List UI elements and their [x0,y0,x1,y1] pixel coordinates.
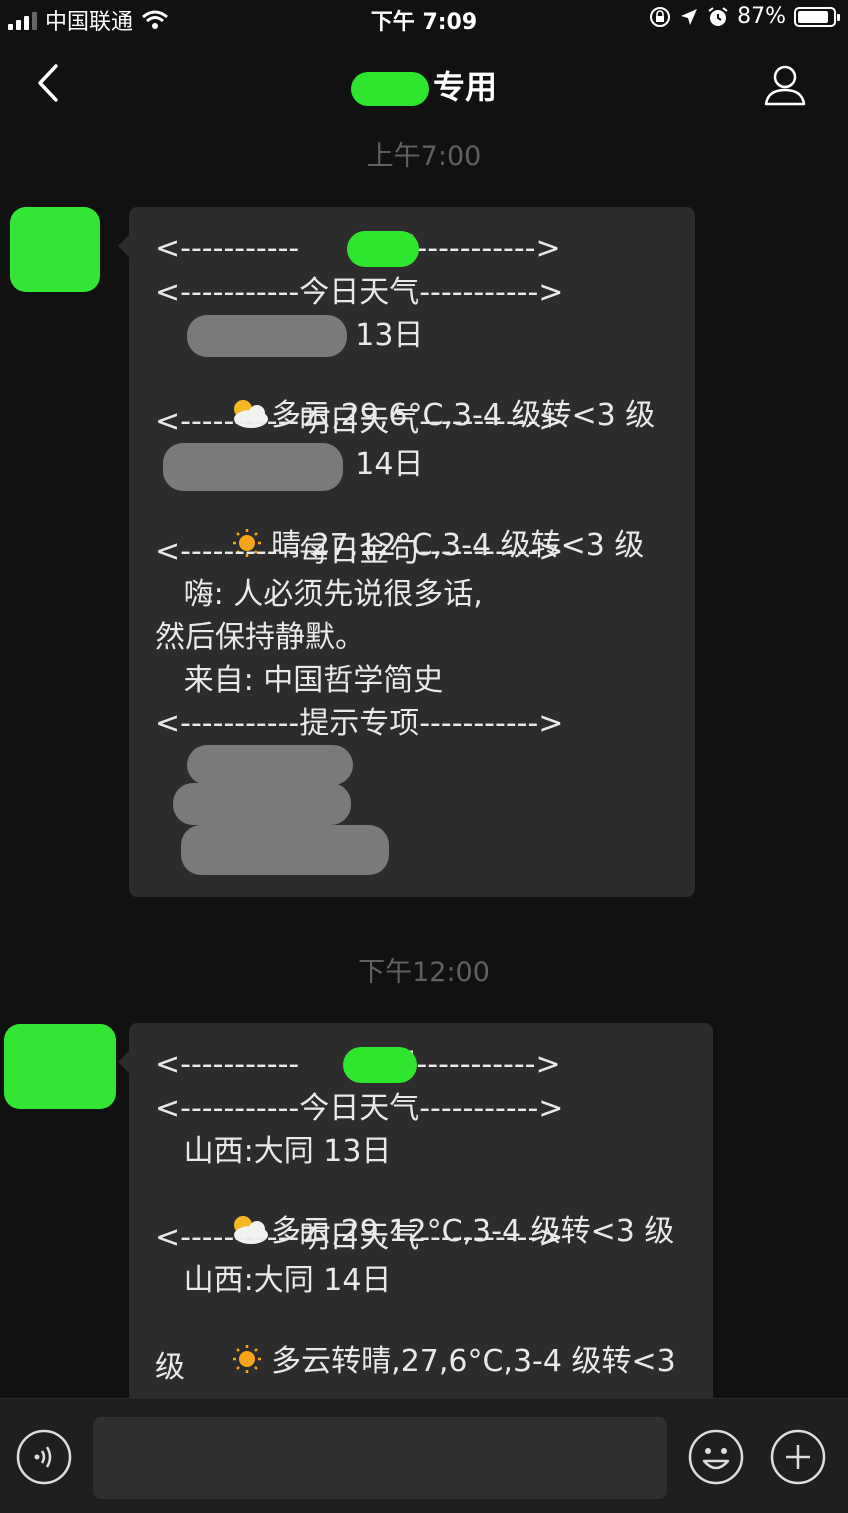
emoji-icon[interactable] [688,1429,744,1485]
battery-percent: 87% [737,4,786,29]
message-line: 来自: 中国哲学简史 [155,663,444,698]
sunny-icon [233,1345,262,1373]
rotation-lock-icon [650,6,671,27]
message-line: <-----------提示专项-----------> [155,706,564,741]
tips-redaction [187,745,353,785]
message-line: <-----------明日天气-----------> [155,1220,564,1255]
message-timestamp: 上午7:00 [366,141,482,172]
location-icon [681,8,698,25]
location-redaction [187,315,347,357]
status-bar: 中国联通 下午 7:09 87% [0,0,848,36]
alarm-icon [708,6,728,26]
sender-avatar[interactable] [4,1024,116,1109]
voice-icon[interactable] [16,1429,72,1485]
title-redaction [350,72,429,106]
message-line: 山西:大同 13日 [155,1134,392,1169]
profile-icon[interactable] [762,62,808,108]
message-line: <-----------今日天气-----------> [155,1091,564,1126]
message-line: <-----------明日天气-----------> [155,404,564,439]
tips-redaction [181,825,389,875]
message-line: 级 [155,1350,185,1385]
message-line: <-----------今日天气-----------> [155,275,564,310]
battery-icon [794,6,840,27]
location-redaction [163,443,343,491]
sender-avatar[interactable] [10,207,100,292]
message-bubble[interactable]: <----------- 专用-----------> <-----------… [118,1023,713,1443]
message-line: 嗨: 人必须先说很多话, [155,577,483,612]
chat-title: 专用 [0,62,848,108]
message-line: 山西:大同 14日 [155,1263,392,1298]
message-line: 然后保持静默。 [155,620,365,655]
title-redaction [343,1047,417,1083]
status-right: 87% [649,4,840,29]
plus-icon[interactable] [770,1429,826,1485]
message-timestamp: 下午12:00 [358,957,490,988]
nav-bar: 专用 [0,40,848,126]
chat-title-text: 专用 [432,68,497,106]
tips-redaction [173,783,351,825]
message-bubble[interactable]: <----------- 专用-----------> <-----------… [118,207,695,897]
input-bar [0,1398,848,1513]
title-redaction [347,231,419,267]
message-line: <-----------每日金句-----------> [155,534,564,569]
message-input[interactable] [93,1417,667,1499]
